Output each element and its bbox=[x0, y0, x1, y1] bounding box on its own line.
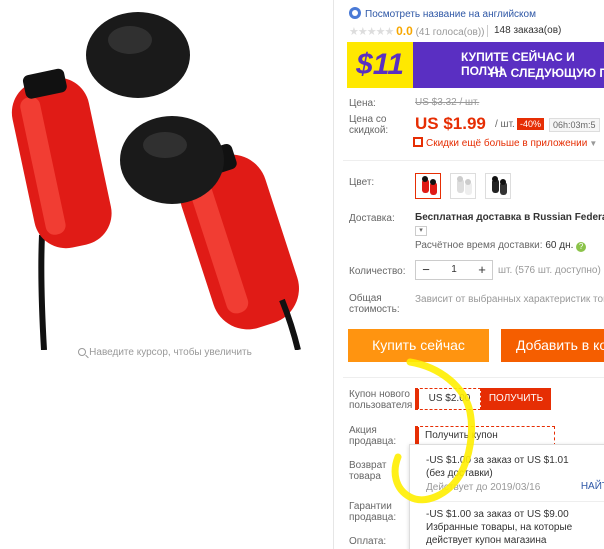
discount-price-label: Цена со скидкой: bbox=[349, 114, 389, 136]
coupon2-line2: Избранные товары, на которые bbox=[426, 522, 573, 533]
discount-timer: 06h:03m:5 bbox=[549, 118, 600, 132]
section-divider bbox=[343, 160, 604, 161]
new-user-coupon-label: Купон нового пользователя bbox=[349, 389, 413, 411]
quantity-label: Количество: bbox=[349, 266, 406, 277]
new-user-coupon: US $2.00 bbox=[415, 388, 481, 410]
zoom-hint-text: Наведите курсор, чтобы увеличить bbox=[89, 347, 252, 358]
column-divider bbox=[333, 0, 334, 549]
original-price: US $3.32 / шт. bbox=[415, 97, 480, 108]
total-note: Зависит от выбранных характеристик товар bbox=[415, 294, 604, 305]
add-to-cart-button[interactable]: Добавить в ко bbox=[501, 329, 604, 362]
color-swatch-white[interactable] bbox=[450, 173, 476, 199]
seller-promo-label: Акция продавца: bbox=[349, 425, 397, 447]
shipping-label: Доставка: bbox=[349, 213, 395, 224]
quantity-decrease-button[interactable]: − bbox=[416, 261, 436, 279]
app-promo[interactable]: Скидки ещё больше в приложении ▼ bbox=[413, 137, 597, 149]
current-price: US $1.99 bbox=[415, 114, 486, 133]
product-details: Посмотреть название на английском ★★★★★ … bbox=[343, 0, 604, 549]
popup-divider bbox=[420, 501, 604, 502]
orders-count: 148 заказа(ов) bbox=[494, 25, 562, 36]
black-earphones-icon bbox=[492, 176, 507, 195]
quantity-available: шт. (576 шт. доступно) bbox=[498, 265, 601, 276]
magnifier-icon bbox=[78, 348, 87, 356]
promo-banner[interactable]: $11 КУПИТЕ СЕЙЧАС И ПОЛУЧ НА СЛЕДУЮЩУЮ П bbox=[347, 42, 604, 88]
quantity-input[interactable]: 1 bbox=[436, 261, 472, 279]
help-icon[interactable]: ? bbox=[576, 242, 587, 252]
guarantee-label: Гарантии продавца: bbox=[349, 501, 397, 523]
coupon2-line3: действует купон магазина bbox=[426, 535, 547, 546]
discount-badge: -40% bbox=[517, 118, 545, 130]
get-coupon-button[interactable]: ПОЛУЧИТЬ bbox=[481, 388, 551, 410]
price-unit: / шт. bbox=[495, 119, 515, 130]
rating: ★★★★★ 0.0 (41 голоса(ов)) bbox=[349, 24, 485, 38]
payment-label: Оплата: bbox=[349, 536, 387, 547]
section-divider bbox=[343, 377, 604, 378]
qr-code-icon bbox=[413, 137, 423, 147]
product-image[interactable] bbox=[0, 0, 330, 351]
product-page: Наведите курсор, чтобы увеличить Посмотр… bbox=[0, 0, 604, 549]
price-label: Цена: bbox=[349, 98, 376, 109]
delivery-estimate: Расчётное время доставки: 60 дн. ? bbox=[415, 240, 587, 252]
seller-coupon-button[interactable]: Получить купон продавца▼ bbox=[415, 426, 555, 459]
color-label: Цвет: bbox=[349, 177, 375, 188]
seller-coupon-popup: -US $1.00 за заказ от US $1.01 (без дост… bbox=[409, 444, 604, 549]
banner-amount: $11 bbox=[347, 42, 413, 88]
delivery-estimate-label: Расчётное время доставки: bbox=[415, 240, 543, 251]
coupon1-valid: Действует до 2019/03/16 bbox=[426, 482, 541, 493]
color-swatch-black[interactable] bbox=[485, 173, 511, 199]
coupon1-line1: -US $1.00 за заказ от US $1.01 bbox=[426, 455, 569, 466]
rating-divider bbox=[487, 25, 488, 37]
white-earphones-icon bbox=[457, 176, 472, 195]
quantity-increase-button[interactable]: + bbox=[472, 261, 492, 279]
translate-link[interactable]: Посмотреть название на английском bbox=[349, 7, 536, 20]
coupon1-line2: (без доставки) bbox=[426, 468, 493, 479]
chevron-down-icon: ▼ bbox=[589, 139, 598, 148]
coupon2-line1: -US $1.00 за заказ от US $9.00 bbox=[426, 509, 569, 520]
shipping-dropdown[interactable]: ▾ bbox=[415, 226, 427, 236]
color-swatch-red[interactable] bbox=[415, 173, 441, 199]
app-promo-text: Скидки ещё больше в приложении bbox=[426, 138, 588, 149]
coupon1-get-link[interactable]: НАЙТ bbox=[581, 481, 604, 492]
return-label: Возврат товара bbox=[349, 460, 387, 482]
delivery-estimate-value: 60 дн. bbox=[545, 240, 574, 251]
rating-votes[interactable]: (41 голоса(ов)) bbox=[416, 27, 485, 38]
earphones-illustration bbox=[11, 12, 301, 351]
translate-icon bbox=[349, 7, 361, 19]
shipping-method[interactable]: Бесплатная доставка в Russian Federatio bbox=[415, 212, 604, 223]
rating-stars-icon: ★★★★★ bbox=[349, 26, 394, 38]
rating-value: 0.0 bbox=[396, 24, 413, 38]
quantity-stepper: − 1 + bbox=[415, 260, 493, 280]
translate-link-text: Посмотреть название на английском bbox=[365, 9, 536, 20]
red-earphones-icon bbox=[422, 176, 437, 195]
total-label: Общая стоимость: bbox=[349, 293, 400, 315]
buy-now-button[interactable]: Купить сейчас bbox=[348, 329, 489, 362]
zoom-hint: Наведите курсор, чтобы увеличить bbox=[0, 347, 330, 358]
banner-line2: НА СЛЕДУЮЩУЮ П bbox=[490, 66, 604, 80]
